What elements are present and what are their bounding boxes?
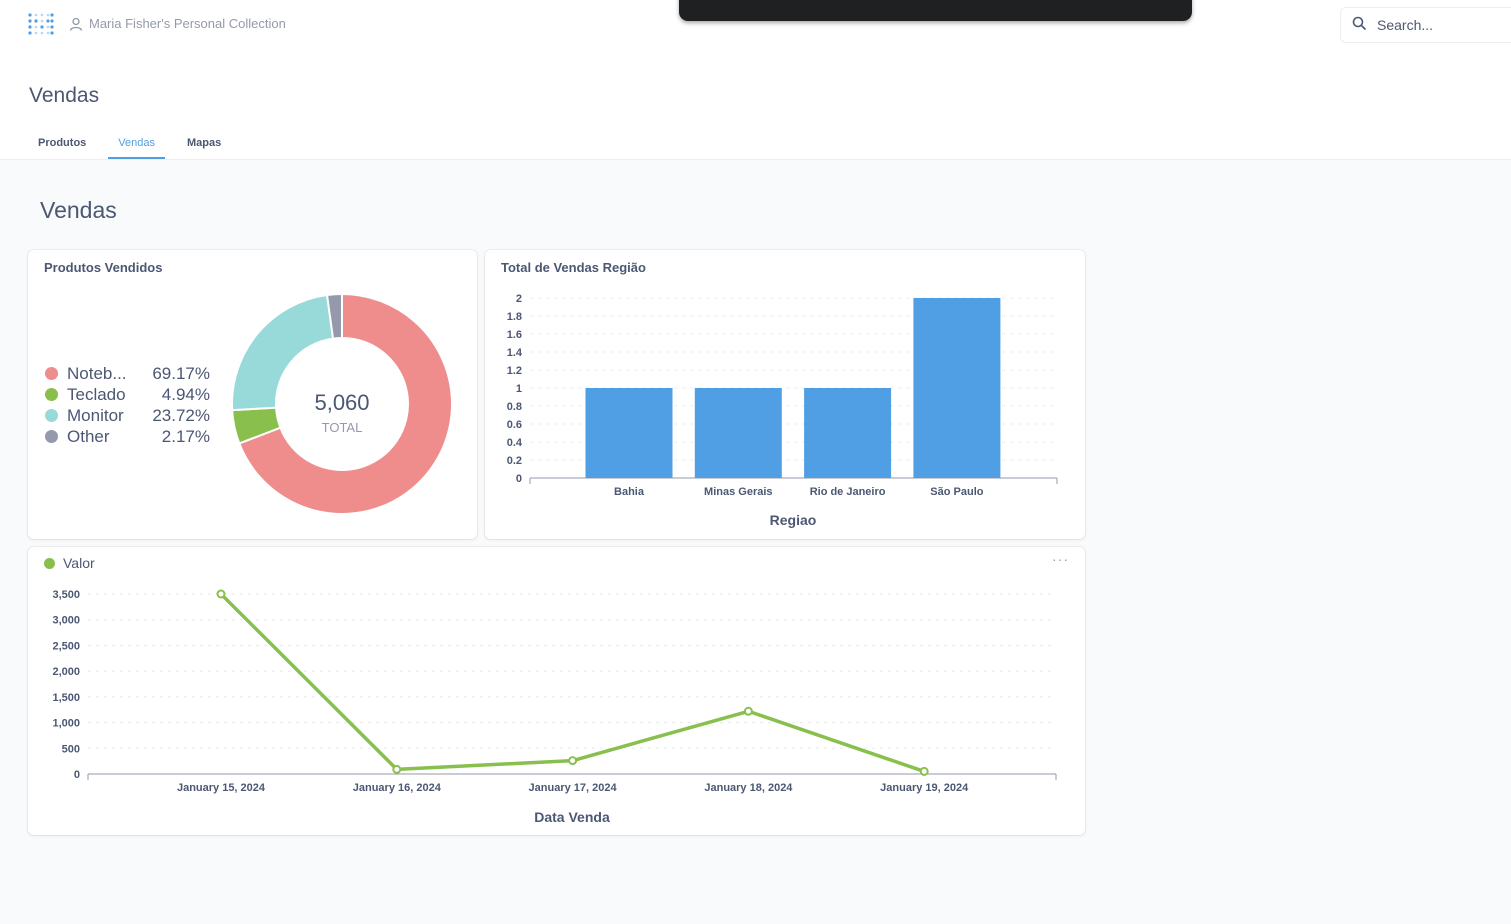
person-icon xyxy=(69,17,83,31)
vendas-regiao-card[interactable]: Total de Vendas Região 0 0.2 0.4 0.6 0.8 1 1.2… xyxy=(485,250,1085,539)
y-tick-label: 1 xyxy=(516,383,522,395)
y-tick-label: 1.8 xyxy=(507,311,522,323)
x-tick-label: Rio de Janeiro xyxy=(810,486,886,498)
y-tick-label: 1,500 xyxy=(52,692,80,704)
donut-total-label: TOTAL xyxy=(322,420,363,435)
x-axis-label: Regiao xyxy=(770,512,817,528)
y-tick-label: 500 xyxy=(62,743,80,755)
y-tick-label: 0.8 xyxy=(507,401,522,413)
overlay-bar xyxy=(679,0,1192,21)
legend-label: Monitor xyxy=(67,405,124,425)
x-tick-label: January 17, 2024 xyxy=(529,782,618,794)
bar[interactable] xyxy=(585,388,673,478)
top-navbar: Maria Fisher's Personal Collection Searc… xyxy=(0,0,1511,160)
y-tick-label: 2,500 xyxy=(52,640,80,652)
legend-label: Teclado xyxy=(67,384,126,404)
legend-dot xyxy=(45,388,58,401)
y-tick-label: 2,000 xyxy=(52,666,80,678)
app-logo-icon[interactable] xyxy=(27,12,55,38)
y-tick-label: 1.4 xyxy=(507,347,523,359)
tab-vendas[interactable]: Vendas xyxy=(108,133,165,159)
bar[interactable] xyxy=(694,388,782,478)
series-line[interactable] xyxy=(219,592,925,774)
bar[interactable] xyxy=(804,388,892,478)
search-input[interactable]: Search... xyxy=(1340,7,1511,43)
line-chart[interactable]: 0 500 1,000 1,500 2,000 2,500 3,000 3,500 Januar… xyxy=(28,547,1085,835)
tab-produtos[interactable]: Produtos xyxy=(28,133,96,159)
legend-item[interactable]: Noteb... 69.17% xyxy=(45,363,210,384)
y-tick-label: 0 xyxy=(74,769,80,781)
x-tick-label: January 15, 2024 xyxy=(177,782,266,794)
dashboard-heading: Vendas xyxy=(40,197,117,223)
legend-percent: 2.17% xyxy=(161,426,210,446)
legend-dot xyxy=(45,430,58,443)
card-title[interactable]: Produtos Vendidos xyxy=(44,260,162,275)
search-icon xyxy=(1352,16,1366,35)
y-tick-label: 2 xyxy=(516,293,522,305)
data-point[interactable] xyxy=(216,589,226,599)
donut-chart[interactable]: 5,060 TOTAL xyxy=(226,288,458,520)
y-tick-label: 0 xyxy=(516,473,522,485)
y-tick-label: 0.2 xyxy=(507,455,522,467)
produtos-vendidos-card[interactable]: Produtos Vendidos Noteb... 69.17% Teclad… xyxy=(28,250,477,539)
legend-percent: 23.72% xyxy=(152,405,210,425)
legend-label: Noteb... xyxy=(67,363,127,383)
legend-percent: 4.94% xyxy=(161,384,210,404)
legend-dot xyxy=(45,367,58,380)
y-tick-label: 1,000 xyxy=(52,718,80,730)
x-tick-label: São Paulo xyxy=(930,486,983,498)
donut-total-value: 5,060 xyxy=(314,390,369,415)
y-tick-label: 3,000 xyxy=(52,615,80,627)
x-axis-label: Data Venda xyxy=(534,809,610,825)
bar[interactable] xyxy=(913,298,1001,478)
y-tick-label: 1.6 xyxy=(507,329,522,341)
valor-line-card[interactable]: Valor ··· 0 500 1,000 1,500 2,000 2,500 3,000 3… xyxy=(28,547,1085,835)
x-tick-label: Bahia xyxy=(614,486,645,498)
data-point[interactable] xyxy=(743,706,753,716)
data-point[interactable] xyxy=(568,756,578,766)
page-title: Vendas xyxy=(29,84,100,107)
x-tick-label: January 16, 2024 xyxy=(353,782,442,794)
legend-dot xyxy=(45,409,58,422)
y-tick-label: 3,500 xyxy=(52,589,80,601)
pie-legend: Noteb... 69.17% Teclado 4.94% Monitor 23… xyxy=(45,363,210,447)
y-tick-label: 0.4 xyxy=(507,437,523,449)
legend-item[interactable]: Monitor 23.72% xyxy=(45,405,210,426)
collection-name[interactable]: Maria Fisher's Personal Collection xyxy=(89,16,286,31)
legend-label: Other xyxy=(67,426,110,446)
data-point[interactable] xyxy=(392,764,402,774)
y-tick-label: 1.2 xyxy=(507,365,522,377)
search-placeholder[interactable]: Search... xyxy=(1377,17,1433,33)
legend-percent: 69.17% xyxy=(152,363,210,383)
y-tick-label: 0.6 xyxy=(507,419,522,431)
x-tick-label: January 18, 2024 xyxy=(704,782,793,794)
data-point[interactable] xyxy=(919,766,929,776)
breadcrumb[interactable]: Maria Fisher's Personal Collection xyxy=(69,16,286,31)
x-tick-label: Minas Gerais xyxy=(704,486,772,498)
tab-mapas[interactable]: Mapas xyxy=(177,133,231,159)
legend-item[interactable]: Teclado 4.94% xyxy=(45,384,210,405)
legend-item[interactable]: Other 2.17% xyxy=(45,426,210,447)
bar-chart[interactable]: 0 0.2 0.4 0.6 0.8 1 1.2 1.4 1.6 1.8 2 Bahia Minas Ge… xyxy=(485,250,1085,539)
x-tick-label: January 19, 2024 xyxy=(880,782,969,794)
dashboard-tabs: Produtos Vendas Mapas xyxy=(28,133,243,159)
